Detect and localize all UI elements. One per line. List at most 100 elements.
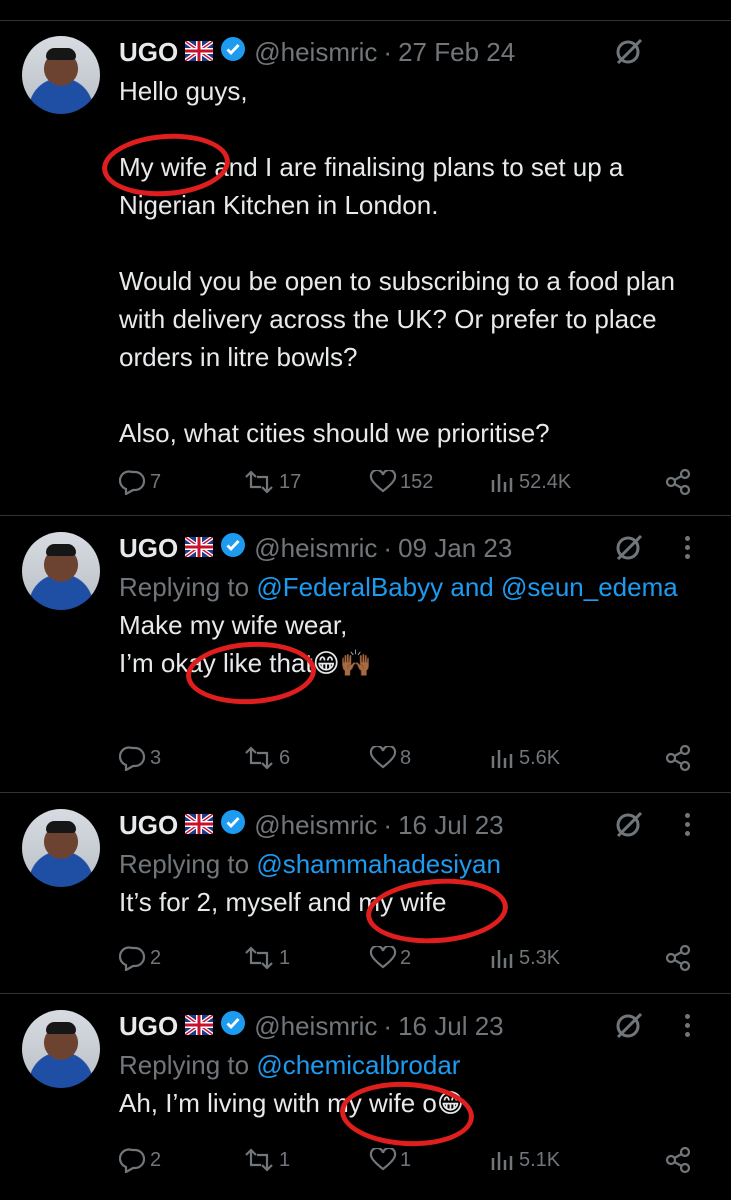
grok-icon[interactable] (614, 1010, 644, 1045)
divider (0, 993, 731, 994)
replying-to-label: Replying to (119, 572, 250, 602)
paragraph: Hello guys, (119, 76, 248, 106)
tweet-text: Replying to @shammahadesiyan It’s for 2,… (119, 845, 709, 921)
heart-icon (369, 470, 397, 493)
paragraph: Make my wife wear, (119, 610, 348, 640)
tweet-header: UGO @heismric · 16 Jul 23 (119, 1008, 504, 1044)
separator: · (383, 1010, 393, 1041)
avatar[interactable] (22, 809, 100, 887)
action-bar: 3 6 8 5.6K (0, 742, 731, 774)
handle[interactable]: @heismric (254, 810, 377, 841)
reply-icon (119, 470, 146, 495)
handle[interactable]: @heismric (254, 37, 377, 68)
action-bar: 7 17 152 52.4K (0, 466, 731, 498)
grok-icon[interactable] (614, 36, 644, 71)
tweet-header: UGO @heismric · 16 Jul 23 (119, 807, 504, 843)
reply-count: 3 (150, 746, 162, 769)
repost-icon (245, 1148, 273, 1172)
separator: · (383, 532, 393, 563)
verified-badge-icon[interactable] (220, 809, 246, 842)
like-button[interactable]: 2 (369, 942, 411, 974)
repost-button[interactable]: 17 (242, 466, 301, 498)
verified-badge-icon[interactable] (220, 532, 246, 565)
timestamp[interactable]: 16 Jul 23 (398, 1011, 504, 1042)
timestamp[interactable]: 09 Jan 23 (398, 533, 512, 564)
like-count: 1 (400, 1148, 412, 1171)
share-button[interactable] (665, 942, 696, 974)
avatar[interactable] (22, 1010, 100, 1088)
verified-badge-icon[interactable] (220, 1010, 246, 1043)
like-button[interactable]: 152 (369, 466, 433, 498)
paragraph: Ah, I’m living with my wife o😁 (119, 1088, 464, 1118)
mention-link[interactable]: @FederalBabyy (256, 572, 443, 602)
handle[interactable]: @heismric (254, 533, 377, 564)
views-count: 5.3K (519, 946, 561, 969)
like-count: 2 (400, 946, 412, 969)
reply-button[interactable]: 2 (119, 942, 161, 974)
replying-to-label: Replying to (119, 1050, 250, 1080)
views-icon (491, 750, 513, 768)
mention-link[interactable]: @shammahadesiyan (256, 849, 501, 879)
repost-icon (245, 946, 273, 970)
like-count: 152 (400, 470, 434, 493)
repost-button[interactable]: 6 (242, 742, 290, 774)
like-button[interactable]: 1 (369, 1144, 411, 1176)
tweet-text: Replying to @chemicalbrodar Ah, I’m livi… (119, 1046, 709, 1122)
share-button[interactable] (665, 466, 696, 498)
reply-icon (119, 1148, 146, 1173)
like-button[interactable]: 8 (369, 742, 411, 774)
share-button[interactable] (665, 742, 696, 774)
repost-icon (245, 470, 273, 494)
more-icon[interactable] (683, 1014, 693, 1040)
repost-count: 1 (279, 946, 291, 969)
handle[interactable]: @heismric (254, 1011, 377, 1042)
replying-to-label: Replying to (119, 849, 250, 879)
views-button[interactable]: 5.6K (490, 742, 560, 774)
uk-flag-icon (184, 810, 215, 841)
tweet-header: UGO @heismric · 09 Jan 23 (119, 530, 512, 566)
reply-button[interactable]: 3 (119, 742, 161, 774)
display-name[interactable]: UGO (119, 533, 178, 564)
views-count: 5.6K (519, 746, 561, 769)
display-name[interactable]: UGO (119, 810, 178, 841)
more-icon[interactable] (683, 536, 693, 562)
reply-button[interactable]: 7 (119, 466, 161, 498)
timestamp[interactable]: 16 Jul 23 (398, 810, 504, 841)
views-button[interactable]: 52.4K (490, 466, 571, 498)
share-icon (665, 944, 691, 972)
display-name[interactable]: UGO (119, 37, 178, 68)
views-button[interactable]: 5.3K (490, 942, 560, 974)
repost-count: 6 (279, 746, 291, 769)
avatar[interactable] (22, 36, 100, 114)
paragraph: My wife and I are finalising plans to se… (119, 152, 624, 220)
more-icon[interactable] (683, 813, 693, 839)
divider (0, 792, 731, 793)
repost-icon (245, 746, 273, 770)
grok-icon[interactable] (614, 532, 644, 567)
avatar[interactable] (22, 532, 100, 610)
heart-icon (369, 946, 397, 969)
grok-icon[interactable] (614, 809, 644, 844)
views-count: 52.4K (519, 470, 572, 493)
repost-button[interactable]: 1 (242, 942, 290, 974)
reply-context: Replying to @FederalBabyy and @seun_edem… (119, 568, 709, 606)
repost-count: 1 (279, 1148, 291, 1171)
display-name[interactable]: UGO (119, 1011, 178, 1042)
heart-icon (369, 746, 397, 769)
share-button[interactable] (665, 1144, 696, 1176)
mention-link[interactable]: @chemicalbrodar (256, 1050, 460, 1080)
paragraph: Also, what cities should we prioritise? (119, 418, 550, 448)
repost-button[interactable]: 1 (242, 1144, 290, 1176)
verified-badge-icon[interactable] (220, 36, 246, 69)
views-count: 5.1K (519, 1148, 561, 1171)
like-count: 8 (400, 746, 412, 769)
share-icon (665, 1146, 691, 1174)
divider (0, 515, 731, 516)
mention-link[interactable]: @seun_edema (501, 572, 678, 602)
views-button[interactable]: 5.1K (490, 1144, 560, 1176)
timestamp[interactable]: 27 Feb 24 (398, 37, 515, 68)
repost-count: 17 (279, 470, 302, 493)
views-icon (491, 950, 513, 968)
uk-flag-icon (184, 533, 215, 564)
reply-button[interactable]: 2 (119, 1144, 161, 1176)
